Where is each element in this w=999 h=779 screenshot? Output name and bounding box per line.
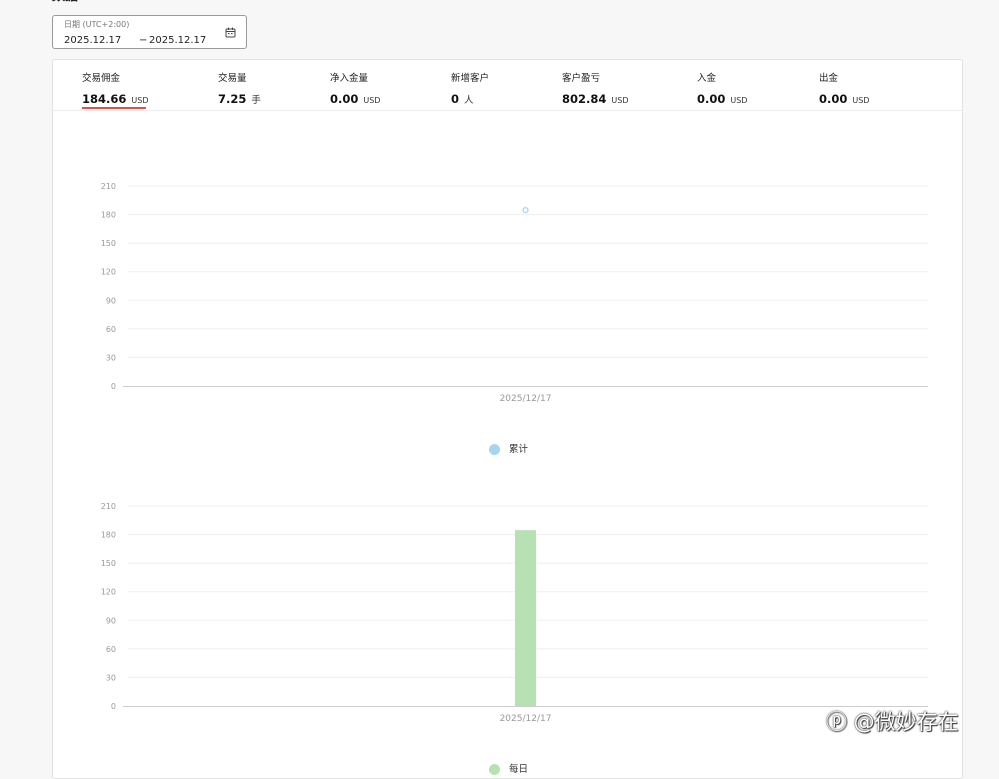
y-tick-label: 90 bbox=[106, 296, 116, 305]
y-tick-label: 180 bbox=[101, 531, 116, 540]
tab-withdrawal[interactable]: 出金 0.00 USD bbox=[819, 70, 869, 110]
metric-value: 802.84 bbox=[562, 92, 607, 106]
date-start-value[interactable]: 2025.12.17 bbox=[64, 35, 121, 46]
tab-net-deposit[interactable]: 净入金量 0.00 USD bbox=[330, 70, 380, 110]
daily-chart: 0 30 60 90 120 150 180 210 2025/12/17 bbox=[101, 502, 928, 724]
cumulative-chart: 0 30 60 90 120 150 180 210 2025/12/17 bbox=[101, 182, 928, 404]
x-tick-label: 2025/12/17 bbox=[500, 714, 552, 724]
metric-unit: 手 bbox=[251, 95, 261, 106]
y-tick-label: 120 bbox=[101, 588, 116, 597]
metric-label: 交易佣金 bbox=[82, 73, 121, 84]
metric-unit: USD bbox=[131, 96, 149, 105]
metric-unit: USD bbox=[730, 96, 748, 105]
metric-value: 7.25 bbox=[218, 92, 247, 106]
tab-trade-volume[interactable]: 交易量 7.25 手 bbox=[218, 70, 261, 110]
metric-label: 交易量 bbox=[218, 73, 247, 84]
metric-label: 净入金量 bbox=[330, 73, 369, 84]
metric-value: 0.00 bbox=[697, 92, 726, 106]
watermark: ⓟ @微妙存在 bbox=[826, 710, 959, 734]
metric-label: 客户盈亏 bbox=[562, 73, 601, 84]
date-range-label: 日期 (UTC+2:00) bbox=[64, 20, 130, 29]
tab-client-pnl[interactable]: 客户盈亏 802.84 USD bbox=[562, 70, 628, 110]
section-title: 数据 bbox=[52, 0, 78, 3]
metric-unit: USD bbox=[852, 96, 870, 105]
metric-unit: USD bbox=[363, 96, 381, 105]
calendar-icon[interactable] bbox=[225, 27, 236, 38]
y-tick-label: 30 bbox=[106, 673, 116, 682]
y-tick-label: 120 bbox=[101, 268, 116, 277]
legend-label-cumulative: 累计 bbox=[509, 444, 529, 455]
y-tick-label: 180 bbox=[101, 211, 116, 220]
tab-deposit[interactable]: 入金 0.00 USD bbox=[697, 70, 747, 110]
y-tick-label: 210 bbox=[101, 502, 116, 511]
metric-unit: 人 bbox=[464, 95, 474, 106]
y-tick-label: 150 bbox=[101, 239, 116, 248]
metric-value: 0 bbox=[451, 92, 460, 106]
y-tick-label: 0 bbox=[111, 702, 116, 711]
metric-unit: USD bbox=[611, 96, 629, 105]
active-tab-indicator bbox=[82, 107, 146, 109]
y-tick-label: 30 bbox=[106, 353, 116, 362]
date-end-value[interactable]: 2025.12.17 bbox=[149, 35, 206, 46]
y-tick-label: 150 bbox=[101, 559, 116, 568]
y-tick-label: 60 bbox=[106, 645, 116, 654]
y-tick-label: 60 bbox=[106, 325, 116, 334]
tab-trade-commission[interactable]: 交易佣金 184.66 USD bbox=[82, 70, 148, 110]
metric-value: 0.00 bbox=[819, 92, 848, 106]
y-tick-label: 0 bbox=[111, 382, 116, 391]
bar bbox=[515, 530, 536, 706]
date-range-separator: − bbox=[139, 35, 148, 46]
date-range-picker[interactable]: 日期 (UTC+2:00) 2025.12.17 − 2025.12.17 bbox=[52, 15, 247, 49]
x-tick-label: 2025/12/17 bbox=[500, 394, 552, 404]
metric-label: 入金 bbox=[697, 73, 717, 84]
metric-value: 184.66 bbox=[82, 92, 127, 106]
y-tick-label: 90 bbox=[106, 616, 116, 625]
tab-new-clients[interactable]: 新增客户 0人 bbox=[451, 70, 489, 110]
metric-label: 出金 bbox=[819, 73, 839, 84]
metric-tabs: 交易佣金 184.66 USD 交易量 7.25 手 净入金量 0.00 USD 新增… bbox=[53, 60, 962, 111]
data-point bbox=[522, 206, 529, 214]
stats-card: 交易佣金 184.66 USD 交易量 7.25 手 净入金量 0.00 USD 新增… bbox=[52, 59, 963, 779]
y-tick-label: 210 bbox=[101, 182, 116, 191]
legend-dot-cumulative bbox=[489, 444, 500, 455]
metric-value: 0.00 bbox=[330, 92, 359, 106]
metric-label: 新增客户 bbox=[451, 73, 490, 84]
